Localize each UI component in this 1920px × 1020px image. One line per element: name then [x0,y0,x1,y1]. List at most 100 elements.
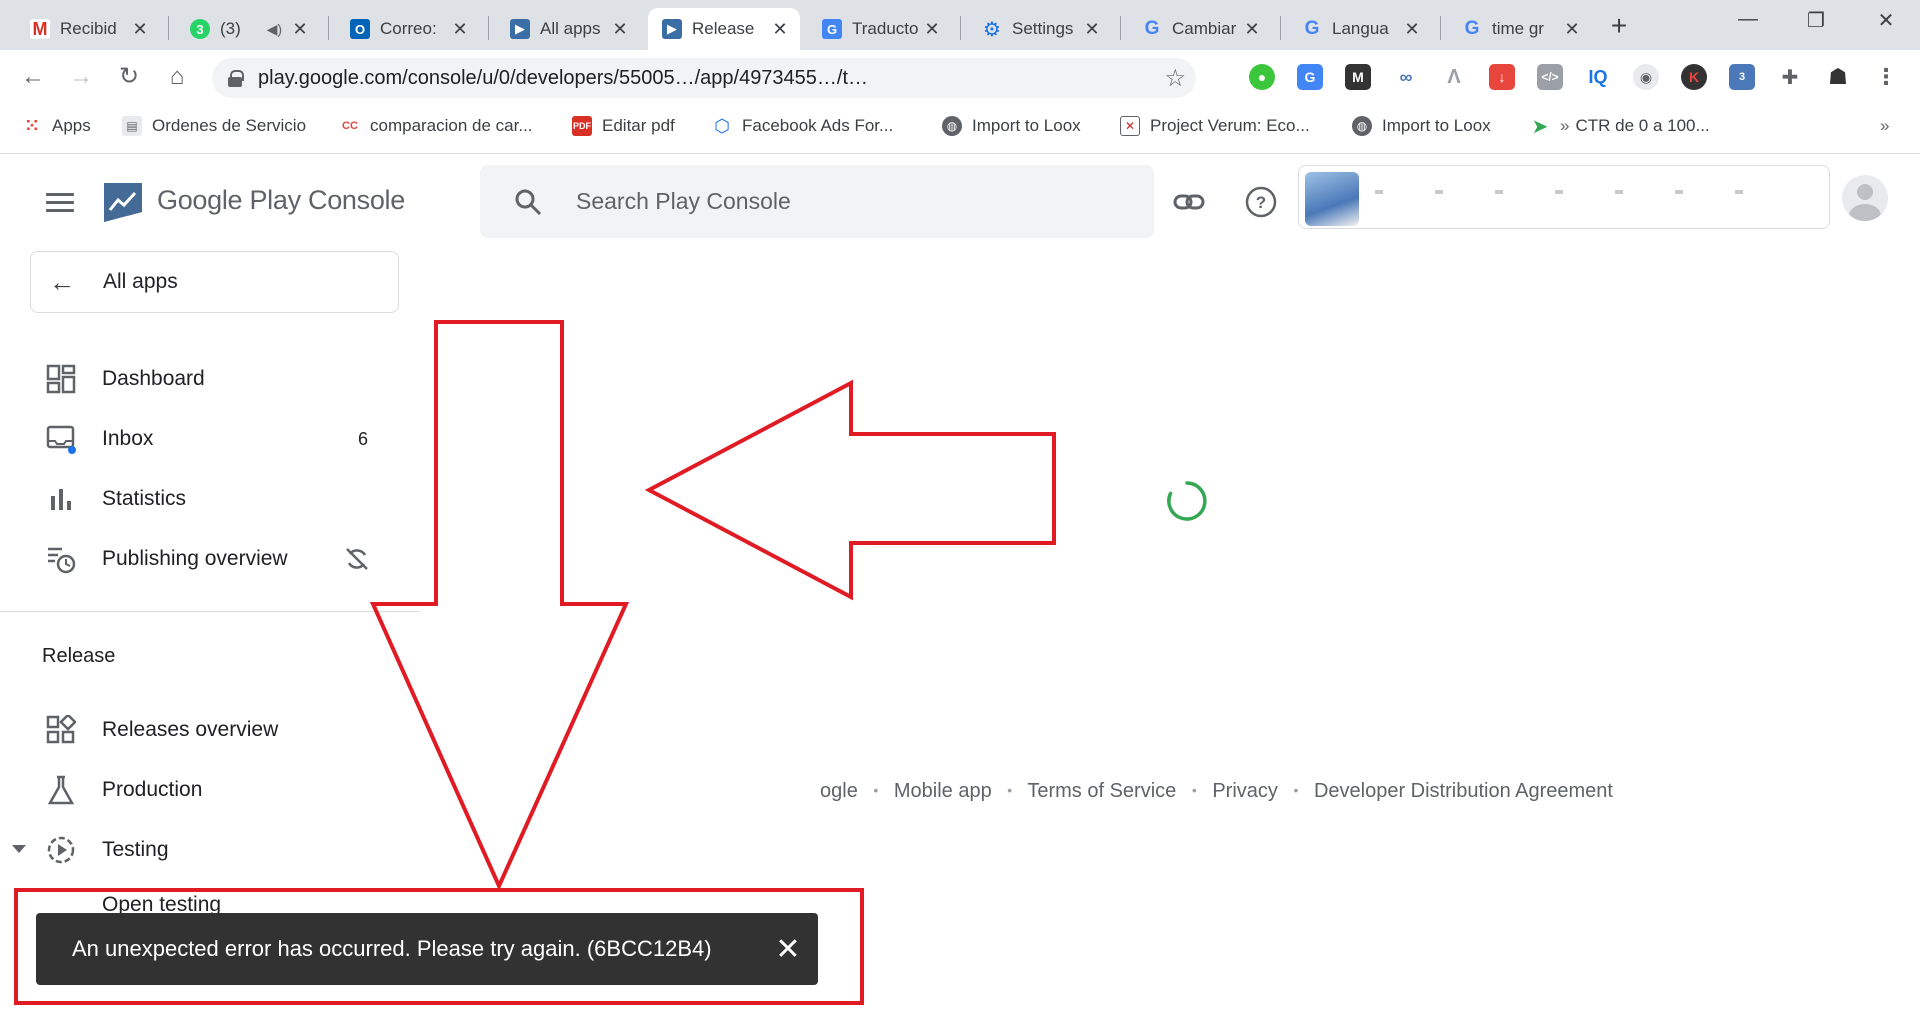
close-tab-icon[interactable]: ✕ [450,19,470,40]
page-footer: ogle • Mobile app • Terms of Service • P… [820,780,1613,802]
browser-tab-google-1[interactable]: G Cambiar ✕ [1128,8,1272,50]
sync-disabled-icon [346,548,368,570]
bookmark-ordenes[interactable]: ▤ Ordenes de Servicio [122,116,306,136]
bookmark-star-icon[interactable]: ☆ [1164,64,1186,93]
close-tab-icon[interactable]: ✕ [770,19,790,40]
inbox-count-badge: 6 [358,428,369,449]
browser-tab-all-apps[interactable]: ▶ All apps ✕ [496,8,640,50]
bookmark-import-loox-1[interactable]: ◍ Import to Loox [942,116,1081,136]
sidebar-item-statistics[interactable]: Statistics [0,474,400,524]
sidebar-item-production[interactable]: Production [0,765,400,815]
sidebar-item-testing[interactable]: Testing [0,825,400,875]
extension-a-icon[interactable]: Λ [1441,64,1467,90]
close-tab-icon[interactable]: ✕ [610,19,630,40]
releases-grid-icon [46,715,76,744]
close-tab-icon[interactable]: ✕ [290,19,310,40]
extension-m-icon[interactable]: M [1345,64,1371,90]
footer-link-dda[interactable]: Developer Distribution Agreement [1314,780,1613,802]
close-window-button[interactable]: ✕ [1866,8,1906,33]
browser-tab-google-2[interactable]: G Langua ✕ [1288,8,1432,50]
extension-iq-icon[interactable]: IQ [1585,64,1611,90]
address-bar[interactable]: play.google.com/console/u/0/developers/5… [212,58,1196,98]
user-avatar[interactable] [1842,175,1888,221]
google-translate-icon: G [822,19,842,39]
footer-link-mobile-app[interactable]: Mobile app [894,780,992,802]
sidebar-item-releases-overview[interactable]: Releases overview [0,705,400,755]
browser-tab-google-3[interactable]: G time gr ✕ [1448,8,1592,50]
close-snackbar-icon[interactable]: ✕ [758,932,818,967]
browser-menu-icon[interactable]: ⋮ [1873,64,1899,90]
close-tab-icon[interactable]: ✕ [130,19,150,40]
document-icon: ▤ [122,116,142,136]
browser-tab-translate[interactable]: G Traducto ✕ [808,8,952,50]
sidebar-item-publishing-overview[interactable]: Publishing overview [0,534,400,584]
close-tab-icon[interactable]: ✕ [1402,19,1422,40]
hexagon-icon: ⬡ [714,115,730,136]
section-title-release: Release [42,645,116,667]
extension-robot-icon[interactable]: ◉ [1633,64,1659,90]
home-button[interactable]: ⌂ [162,62,192,92]
inbox-icon [46,425,76,454]
restore-button[interactable]: ❐ [1796,8,1836,33]
bookmarks-overflow-icon[interactable]: » [1880,116,1889,136]
extension-android-icon[interactable]: ☗ [1825,64,1851,90]
browser-tab-settings[interactable]: ⚙ Settings ✕ [968,8,1112,50]
browser-tabstrip: M Recibid ✕ 3 (3) ◀) ✕ O Correo: ✕ ▶ All… [0,0,1920,50]
search-bar[interactable]: Search Play Console [480,165,1154,238]
close-tab-icon[interactable]: ✕ [1242,19,1262,40]
browser-tab-gmail[interactable]: M Recibid ✕ [16,8,160,50]
close-tab-icon[interactable]: ✕ [922,19,942,40]
extension-code-icon[interactable]: </> [1537,64,1563,90]
forward-button[interactable]: → [66,62,96,92]
browser-tab-whatsapp[interactable]: 3 (3) ◀) ✕ [176,8,320,50]
play-console-icon: ▶ [510,19,530,39]
extension-k-icon[interactable]: K [1681,64,1707,90]
extension-translate-icon[interactable]: G [1297,64,1323,90]
menu-icon[interactable] [46,193,74,213]
bookmark-facebook-ads[interactable]: ⬡ Facebook Ads For... [712,116,893,136]
dashboard-icon [46,364,76,394]
footer-link-copyright[interactable]: ogle [820,780,858,802]
apps-grid-icon: ⁙ [24,116,40,135]
bookmark-comparacion[interactable]: CC comparacion de car... [340,116,532,136]
bookmark-ctr[interactable]: ➤ » CTR de 0 a 100... [1530,116,1710,138]
bar-chart-icon [51,489,71,510]
browser-tab-release[interactable]: ▶ Release ✕ [648,8,800,50]
sidebar-divider [0,611,420,612]
extension-download-icon[interactable]: ↓ [1489,64,1515,90]
extension-link-icon[interactable]: ∞ [1393,64,1419,90]
close-tab-icon[interactable]: ✕ [1082,19,1102,40]
help-icon[interactable]: ? [1244,185,1278,219]
bookmark-apps[interactable]: ⁙ Apps [22,116,91,136]
extensions-puzzle-icon[interactable]: ✚ [1777,64,1803,90]
outlook-icon: O [350,19,370,39]
error-message: An unexpected error has occurred. Please… [72,936,712,961]
link-icon[interactable] [1172,185,1206,219]
sidebar-item-inbox[interactable]: Inbox 6 [0,414,400,464]
all-apps-button[interactable]: ← All apps [30,251,399,313]
settings-gear-icon: ⚙ [983,18,1001,41]
bookmark-editar-pdf[interactable]: PDF Editar pdf [572,116,675,136]
play-console-brand: Google Play Console [157,185,405,215]
reload-button[interactable]: ↻ [114,62,144,92]
sidebar-item-dashboard[interactable]: Dashboard [0,354,400,404]
minimize-button[interactable]: — [1728,8,1768,31]
extension-green-icon[interactable]: ● [1249,64,1275,90]
new-tab-button[interactable]: + [1604,10,1634,42]
footer-link-privacy[interactable]: Privacy [1212,780,1278,802]
bookmark-import-loox-2[interactable]: ◍ Import to Loox [1352,116,1491,136]
redacted-account-name [1375,190,1795,194]
close-tab-icon[interactable]: ✕ [1562,19,1582,40]
cc-icon: CC [342,120,358,132]
footer-link-terms[interactable]: Terms of Service [1027,780,1176,802]
lock-icon[interactable] [228,70,244,87]
speaker-icon[interactable]: ◀) [267,21,282,38]
back-button[interactable]: ← [18,62,48,92]
testing-play-icon [47,836,75,864]
browser-tab-outlook[interactable]: O Correo: ✕ [336,8,480,50]
search-input[interactable]: Search Play Console [576,188,791,215]
bookmark-project-verum[interactable]: ✕ Project Verum: Eco... [1120,116,1310,136]
developer-account-selector[interactable] [1298,165,1830,229]
extension-badge-icon[interactable]: 3 [1729,64,1755,90]
production-flask-icon [47,775,75,805]
